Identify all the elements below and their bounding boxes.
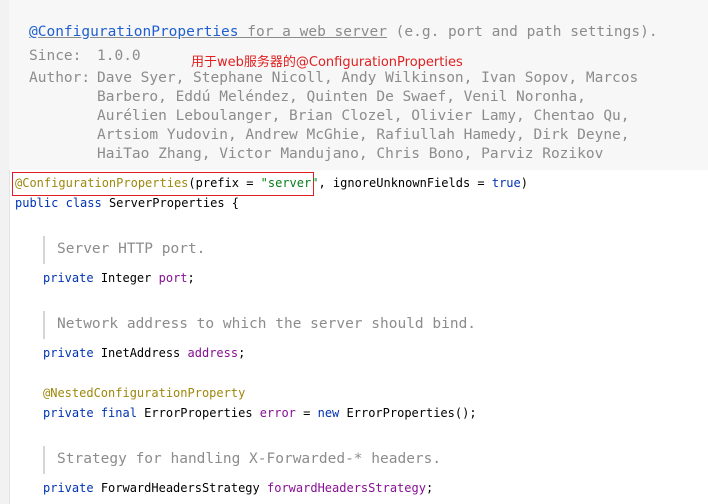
semicolon: ;	[238, 346, 246, 360]
prefix-value: "server"	[260, 176, 319, 190]
doc-author-line: Aurélien Leboulanger, Brian Clozel, Oliv…	[97, 108, 630, 124]
error-field: private final ErrorProperties error = ne…	[43, 406, 477, 420]
new-keyword: new	[317, 406, 340, 420]
doc-annotation-link[interactable]: @ConfigurationProperties	[29, 24, 239, 40]
doc-author-label: Author:	[29, 70, 91, 86]
chinese-annotation-note: 用于web服务器的@ConfigurationProperties	[191, 55, 463, 70]
address-field: private InetAddress address;	[43, 346, 245, 360]
private-keyword: private	[43, 346, 94, 360]
field-type: InetAddress	[100, 346, 181, 360]
field-name: forwardHeadersStrategy	[267, 481, 426, 495]
annotation-comma: ,	[318, 176, 326, 190]
doc-author-line: Dave Syer, Stephane Nicoll, Andy Wilkins…	[97, 70, 639, 86]
field-name: error	[259, 406, 296, 420]
semicolon: ;	[187, 271, 195, 285]
private-keyword: private	[43, 406, 94, 420]
public-keyword: public	[15, 196, 59, 210]
private-keyword: private	[43, 481, 94, 495]
port-field: private Integer port;	[43, 271, 195, 285]
class-declaration: public class ServerProperties {	[15, 196, 239, 210]
class-name: ServerProperties {	[108, 196, 239, 210]
address-comment: Network address to which the server shou…	[57, 316, 477, 332]
field-name: address	[187, 346, 239, 360]
assign-operator: =	[295, 406, 318, 420]
doc-since-label: Since:	[29, 48, 82, 64]
doc-since-value: 1.0.0	[97, 48, 141, 64]
true-literal: true	[491, 176, 521, 190]
annotation-open: (prefix =	[188, 176, 261, 190]
class-annotation-line: @ConfigurationProperties(prefix = "serve…	[15, 176, 528, 190]
doc-author-line: Barbero, Eddú Meléndez, Quinten De Swaef…	[97, 89, 586, 105]
semicolon: ;	[425, 481, 434, 495]
comment-bar	[43, 446, 45, 474]
final-keyword: final	[100, 406, 137, 420]
doc-author-line: Artsiom Yudovin, Andrew McGhie, Rafiulla…	[97, 127, 630, 143]
doc-summary-line: @ConfigurationProperties for a web serve…	[29, 24, 658, 40]
field-type: ForwardHeadersStrategy	[100, 481, 260, 495]
forward-field: private ForwardHeadersStrategy forwardHe…	[43, 481, 433, 495]
ignore-unknown-fields: ignoreUnknownFields =	[325, 176, 492, 190]
comment-bar	[43, 311, 45, 339]
field-type: Integer	[100, 271, 152, 285]
field-name: port	[158, 271, 188, 285]
field-type: ErrorProperties	[144, 406, 253, 420]
constructor-call: ErrorProperties();	[346, 406, 477, 420]
class-annotation: @ConfigurationProperties	[15, 176, 189, 190]
annotation-close: )	[520, 176, 528, 190]
nested-annotation: @NestedConfigurationProperty	[43, 386, 246, 400]
doc-summary-rest: (e.g. port and path settings).	[386, 24, 658, 40]
doc-author-line: HaiTao Zhang, Victor Mandujano, Chris Bo…	[97, 146, 604, 162]
class-keyword: class	[65, 196, 102, 210]
comment-bar	[43, 236, 45, 264]
private-keyword: private	[43, 271, 94, 285]
forward-comment: Strategy for handling X-Forwarded-* head…	[57, 451, 442, 467]
doc-summary-middle: for a web server	[238, 24, 387, 40]
port-comment: Server HTTP port.	[57, 241, 206, 257]
